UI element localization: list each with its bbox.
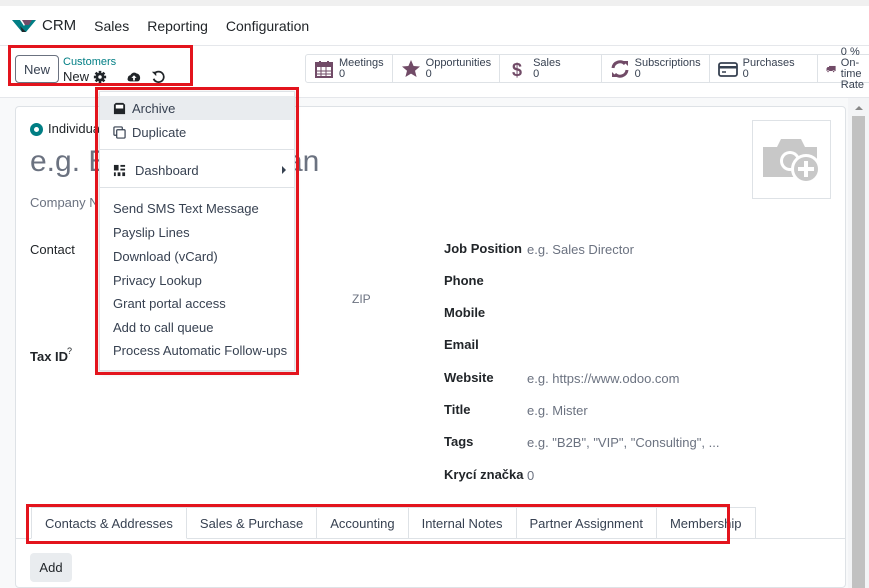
smart-button-subscriptions[interactable]: Subscriptions 0 [602, 55, 710, 82]
radio-individual[interactable] [30, 123, 43, 136]
discard-icon[interactable] [151, 70, 165, 84]
smart-label: Purchases [742, 56, 795, 69]
smart-label: On-time Rate [840, 56, 865, 91]
camera-plus-icon [762, 138, 821, 184]
menu-configuration[interactable]: Configuration [226, 18, 309, 34]
smart-button-meetings[interactable]: Meetings 0 [306, 55, 393, 82]
cloud-upload-icon[interactable] [127, 70, 141, 84]
breadcrumb-customers[interactable]: Customers [63, 56, 116, 68]
field-label-title: Title [444, 402, 471, 417]
smart-value: 0 [742, 67, 749, 80]
zip-input[interactable]: ZIP [352, 292, 371, 306]
menu-divider [100, 149, 294, 150]
field-label-job-position: Job Position [444, 241, 522, 256]
breadcrumb-current: New [63, 69, 90, 84]
smart-value: 0 % [840, 45, 860, 58]
field-label-mobile: Mobile [444, 305, 486, 320]
archive-icon [113, 102, 126, 114]
smart-button-purchases[interactable]: Purchases 0 [710, 55, 818, 82]
smart-button-sales[interactable]: $ Sales 0 [500, 55, 602, 82]
contact-label: Contact [30, 242, 75, 257]
smart-label: Sales [533, 56, 561, 69]
smart-value: 0 [634, 67, 641, 80]
top-navbar: CRM Sales Reporting Configuration [0, 0, 869, 46]
calendar-icon [315, 60, 333, 78]
menu-item-process-follow-ups[interactable]: Process Automatic Follow-ups [100, 338, 294, 362]
tags-input[interactable]: e.g. "B2B", "VIP", "Consulting", ... [527, 435, 719, 450]
add-contact-button[interactable]: Add [30, 553, 72, 582]
smart-buttons: Meetings 0 Opportunities 0 $ Sales 0 Subscr… [305, 46, 869, 90]
field-label-website: Website [444, 370, 494, 385]
scroll-up-arrow[interactable] [855, 106, 863, 110]
smart-value: 0 [425, 67, 432, 80]
menu-item-privacy-lookup[interactable]: Privacy Lookup [100, 268, 294, 292]
credit-card-icon [717, 61, 738, 77]
field-label-phone: Phone [444, 273, 484, 288]
smart-label: Subscriptions [634, 56, 701, 69]
notebook-tabs: Contacts & Addresses Sales & Purchase Ac… [31, 507, 756, 539]
action-menu-dropdown: Archive Duplicate Dashboard Send SMS Tex… [99, 91, 295, 371]
truck-icon [826, 65, 836, 73]
menu-item-dashboard[interactable]: Dashboard [100, 158, 294, 182]
smart-label: Meetings [339, 56, 384, 69]
field-label-kryci-znacka: Krycí značka [444, 467, 524, 482]
menu-item-label: Archive [132, 100, 176, 116]
new-button[interactable]: New [15, 55, 59, 83]
menu-item-archive[interactable]: Archive [100, 96, 294, 120]
smart-button-on-time-rate[interactable]: 0 % On-time Rate [818, 46, 869, 90]
job-position-input[interactable]: e.g. Sales Director [527, 242, 634, 257]
menu-divider [100, 187, 294, 188]
refresh-icon [611, 59, 629, 78]
menu-item-label: Duplicate [132, 124, 187, 140]
menu-item-grant-portal-access[interactable]: Grant portal access [100, 291, 294, 315]
kryci-znacka-input[interactable]: 0 [527, 468, 534, 483]
menu-item-add-to-call-queue[interactable]: Add to call queue [100, 315, 294, 339]
avatar-upload[interactable] [752, 120, 831, 199]
website-input[interactable]: e.g. https://www.odoo.com [527, 371, 679, 386]
svg-text:$: $ [512, 60, 522, 79]
smart-value: 0 [339, 67, 346, 80]
company-name-input[interactable]: Company N [30, 195, 99, 210]
submenu-caret-icon [282, 166, 286, 174]
tax-id-help-icon[interactable]: ? [67, 346, 72, 356]
menu-item-send-sms[interactable]: Send SMS Text Message [100, 196, 294, 220]
menu-item-duplicate[interactable]: Duplicate [100, 120, 294, 144]
tab-contacts-addresses[interactable]: Contacts & Addresses [31, 507, 187, 539]
title-input[interactable]: e.g. Mister [527, 403, 588, 418]
tab-accounting[interactable]: Accounting [317, 507, 409, 539]
tab-internal-notes[interactable]: Internal Notes [408, 507, 517, 539]
menu-item-download-vcard[interactable]: Download (vCard) [100, 244, 294, 268]
smart-label: Opportunities [425, 56, 492, 69]
tax-id-label: Tax ID [30, 349, 69, 364]
duplicate-icon [113, 125, 126, 139]
scrollbar[interactable] [848, 98, 869, 588]
tab-sales-purchase[interactable]: Sales & Purchase [186, 507, 318, 539]
field-label-tags: Tags [444, 434, 474, 449]
scrollbar-thumb[interactable] [852, 116, 865, 588]
dollar-icon: $ [512, 60, 522, 79]
dashboard-icon [113, 164, 126, 176]
gear-icon[interactable] [93, 70, 107, 84]
smart-value: 0 [533, 67, 540, 80]
menu-reporting[interactable]: Reporting [147, 18, 208, 34]
menu-item-payslip-lines[interactable]: Payslip Lines [100, 220, 294, 244]
smart-button-opportunities[interactable]: Opportunities 0 [393, 55, 501, 82]
radio-individual-label[interactable]: Individual [48, 121, 103, 136]
menu-sales[interactable]: Sales [94, 18, 129, 34]
star-icon [401, 59, 420, 77]
app-name[interactable]: CRM [42, 17, 76, 34]
menu-item-label: Dashboard [135, 162, 199, 178]
tab-membership[interactable]: Membership [656, 507, 756, 539]
tab-partner-assignment[interactable]: Partner Assignment [516, 507, 657, 539]
crm-logo-icon[interactable] [12, 18, 36, 34]
field-label-email: Email [444, 337, 479, 352]
name-input-placeholder[interactable]: e.g. B [30, 145, 108, 179]
